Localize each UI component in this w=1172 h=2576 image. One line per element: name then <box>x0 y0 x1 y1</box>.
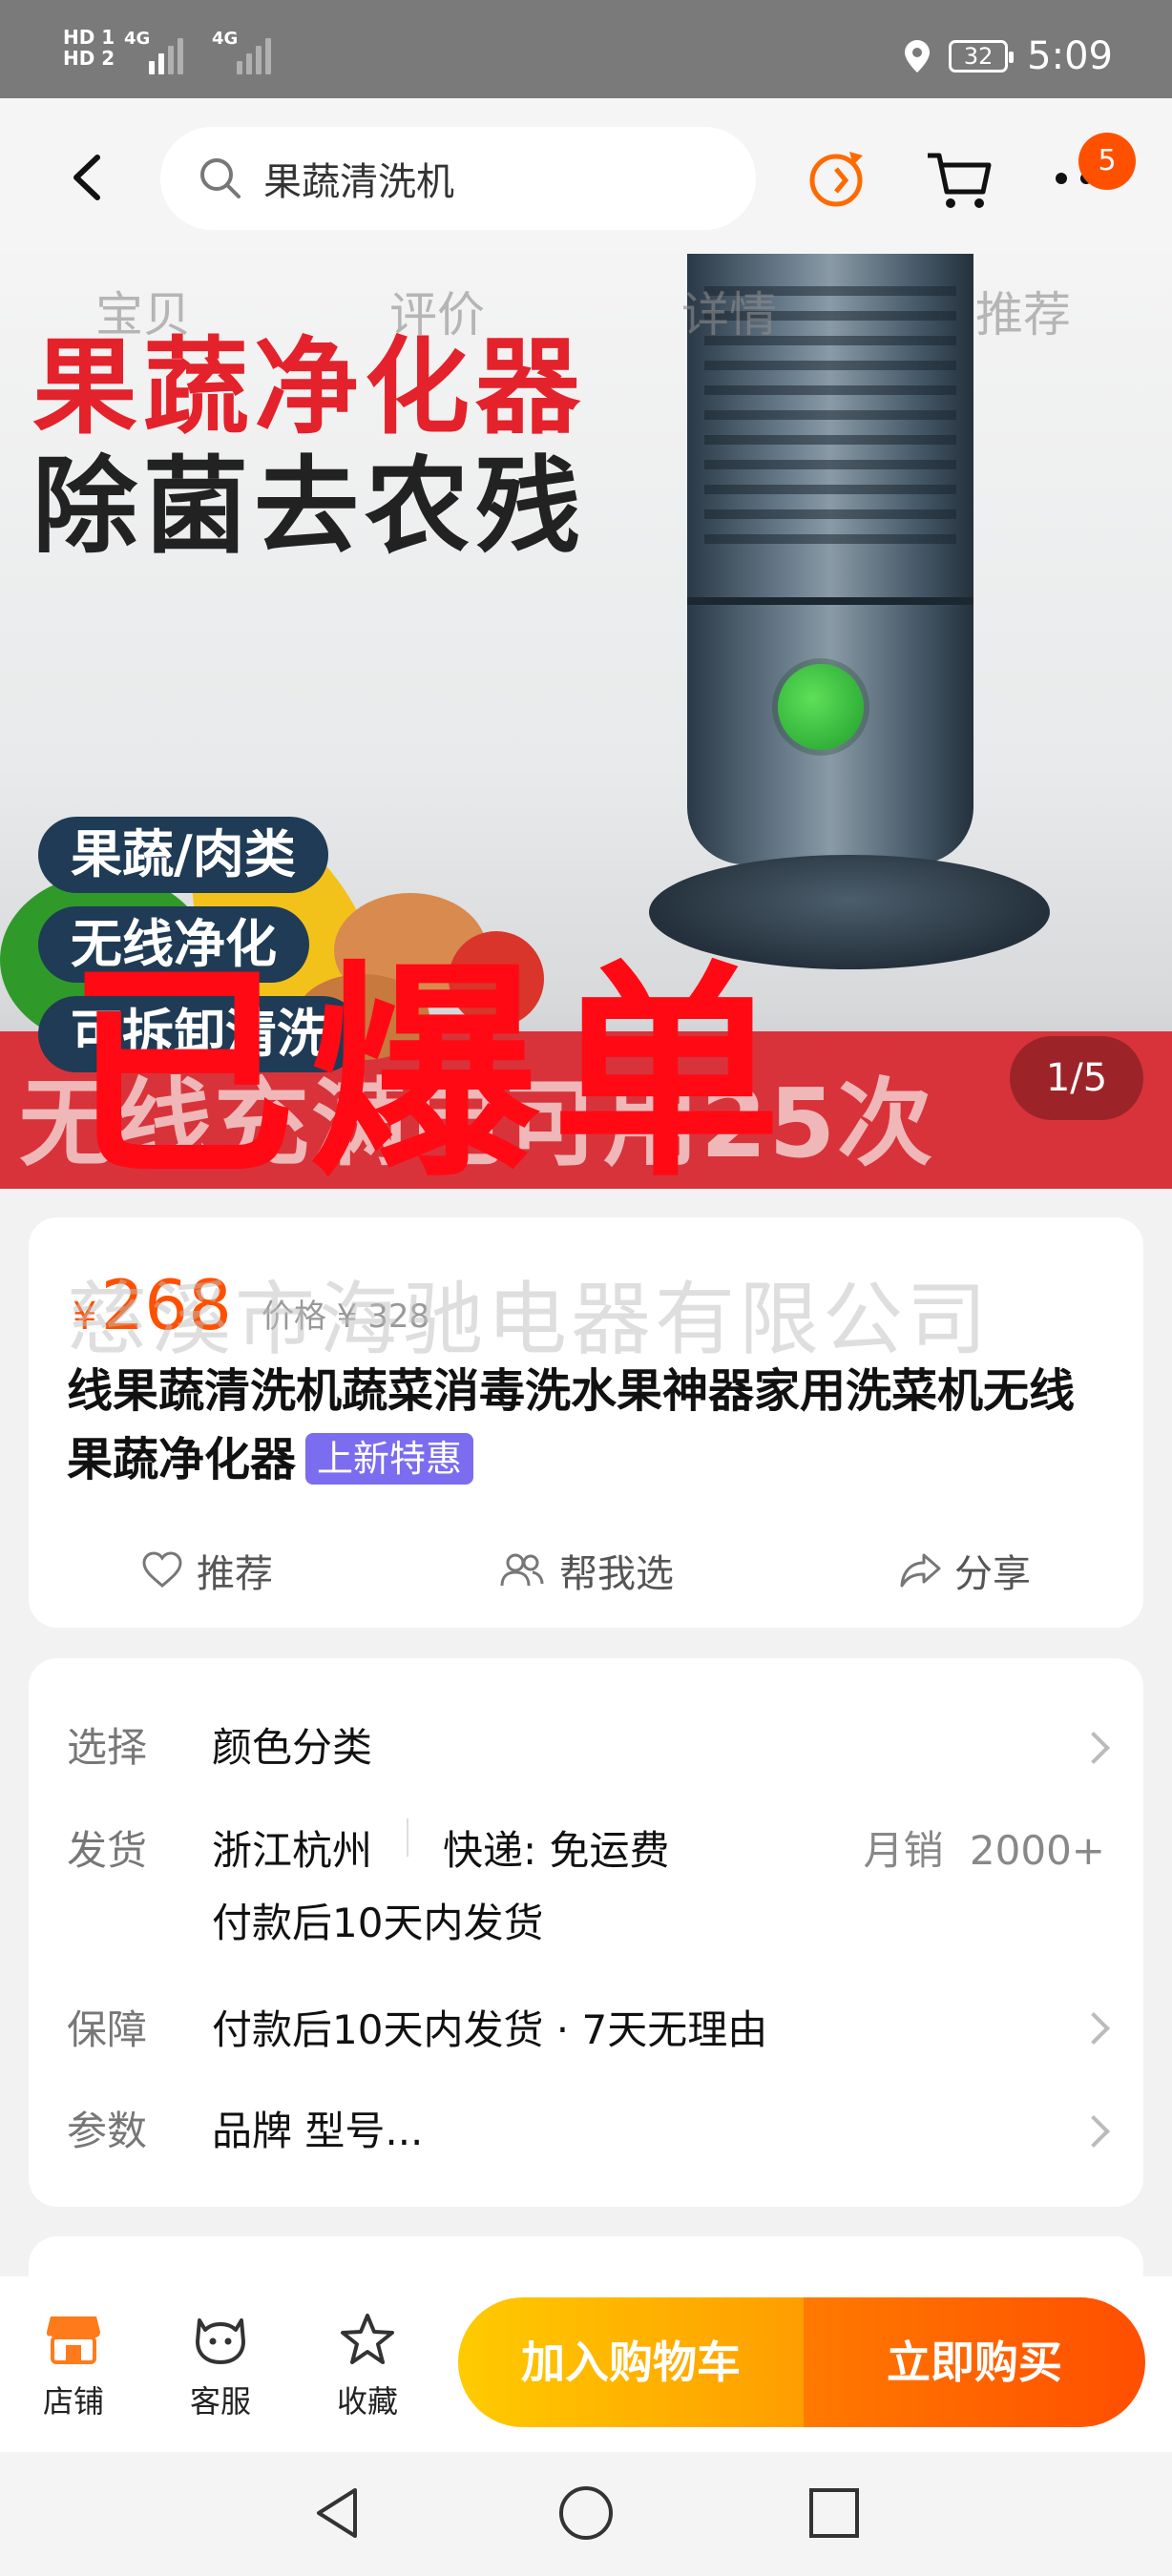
share-icon <box>900 1553 941 1588</box>
chevron-right-icon <box>1078 2012 1110 2045</box>
help-me-choose-label: 帮我选 <box>559 1552 674 1596</box>
hero-title-dark: 除菌去农残 <box>32 446 586 568</box>
add-to-cart-button[interactable]: 加入购物车 <box>458 2297 804 2427</box>
system-nav-bar <box>0 2452 1172 2576</box>
divider <box>407 1818 409 1857</box>
product-title-text: 线果蔬清洗机蔬菜消毒洗水果神器家用洗菜机无线果蔬净化器 <box>67 1364 1076 1486</box>
feature-pill-meat-veg: 果蔬/肉类 <box>38 817 328 893</box>
service-icon <box>196 2318 245 2364</box>
params-value: 品牌 型号... <box>212 2108 424 2154</box>
shipping-location: 浙江杭州 <box>212 1827 373 1874</box>
bottom-action-bar: 店铺 客服 收藏 加入购物车 立即购买 <box>0 2276 1172 2452</box>
location-icon <box>905 40 931 73</box>
network1-label: 4G <box>124 29 151 49</box>
recommend-label: 推荐 <box>197 1552 273 1596</box>
select-label: 选择 <box>67 1724 148 1771</box>
power-button-image <box>778 664 864 750</box>
select-row[interactable]: 选择 颜色分类 <box>67 1715 372 1774</box>
monthly-sales-value: 2000+ <box>969 1827 1105 1874</box>
cart-icon[interactable] <box>924 142 996 215</box>
search-query: 果蔬清洗机 <box>263 160 454 204</box>
ghost-tab-details: 详情 <box>681 287 777 343</box>
shipping-express: 快递: 免运费 <box>443 1827 670 1874</box>
top-nav: 果蔬清洗机 5 <box>0 98 1172 254</box>
guarantee-label: 保障 <box>67 2006 148 2053</box>
purifier-device-image <box>687 254 973 864</box>
search-bar[interactable]: 果蔬清洗机 <box>160 127 756 230</box>
shop-icon <box>47 2316 100 2364</box>
favorite-label: 收藏 <box>336 2383 398 2420</box>
share-label: 分享 <box>954 1552 1031 1596</box>
nav-back-icon[interactable] <box>307 2483 368 2544</box>
ghost-tab-recommend: 推荐 <box>975 287 1071 343</box>
seller-watermark: 慈溪市海驰电器有限公司 <box>67 1273 992 1366</box>
carousel-counter: 1/5 <box>1010 1036 1143 1120</box>
product-actions: 推荐 帮我选 分享 <box>29 1532 1143 1609</box>
sim1-label: HD 1 <box>63 26 115 49</box>
product-title: 线果蔬清洗机蔬菜消毒洗水果神器家用洗菜机无线果蔬净化器 上新特惠 <box>67 1357 1117 1494</box>
promo-tag: 上新特惠 <box>305 1433 474 1485</box>
params-label: 参数 <box>67 2108 148 2154</box>
shop-label: 店铺 <box>42 2383 104 2420</box>
sim-indicators: HD 1 HD 2 <box>63 27 115 69</box>
product-image-carousel[interactable]: 无线充满电可用25次 宝贝 评价 详情 推荐 果蔬净化器 除菌去农残 果蔬/肉类… <box>0 254 1172 1189</box>
share-button[interactable]: 分享 <box>899 1543 1031 1598</box>
shop-button[interactable]: 店铺 <box>21 2313 126 2421</box>
more-menu[interactable]: 5 <box>1050 133 1136 215</box>
chevron-right-icon <box>1078 2115 1110 2148</box>
chevron-right-icon <box>1078 1732 1110 1764</box>
favorite-button[interactable]: 收藏 <box>315 2313 420 2421</box>
params-row[interactable]: 参数 品牌 型号... <box>67 2099 423 2157</box>
service-label: 客服 <box>189 2383 251 2420</box>
nav-home-icon[interactable] <box>555 2483 617 2544</box>
search-icon <box>200 158 241 198</box>
guarantee-value: 付款后10天内发货 · 7天无理由 <box>212 2006 768 2053</box>
shipping-row: 发货 浙江杭州 快递: 免运费 <box>67 1818 670 1877</box>
battery-icon: 32 <box>949 40 1015 73</box>
select-value: 颜色分类 <box>212 1724 373 1771</box>
guarantee-row[interactable]: 保障 付款后10天内发货 · 7天无理由 <box>67 1998 767 2056</box>
signal-icon: 4G <box>212 29 271 74</box>
shipping-label: 发货 <box>67 1827 148 1874</box>
network2-label: 4G <box>212 29 239 49</box>
heart-icon <box>142 1551 182 1588</box>
help-me-choose-button[interactable]: 帮我选 <box>498 1543 674 1598</box>
recommend-button[interactable]: 推荐 <box>141 1543 273 1598</box>
monthly-sales-label: 月销 <box>863 1827 944 1874</box>
monthly-sales: 月销 2000+ <box>864 1818 1105 1877</box>
back-icon[interactable] <box>59 146 111 209</box>
clock: 5:09 <box>1027 34 1113 78</box>
product-info-card: 选择 颜色分类 发货 浙江杭州 快递: 免运费 月销 2000+ 付款后10天内… <box>29 1658 1143 2207</box>
signal-icons: 4G 4G <box>124 29 271 74</box>
shipping-note: 付款后10天内发货 <box>212 1891 543 1949</box>
sim2-label: HD 2 <box>63 47 115 70</box>
refresh-icon[interactable] <box>800 142 872 215</box>
nav-recents-icon[interactable] <box>804 2483 865 2544</box>
people-icon <box>500 1553 544 1587</box>
signal-icon: 4G <box>124 29 183 74</box>
message-count-badge: 5 <box>1078 133 1136 190</box>
buy-now-button[interactable]: 立即购买 <box>804 2297 1145 2427</box>
customer-service-button[interactable]: 客服 <box>168 2313 273 2421</box>
star-icon <box>341 2314 394 2364</box>
shipping-note-text: 付款后10天内发货 <box>212 1900 544 1946</box>
sold-out-stamp: 已爆单 <box>67 941 795 1189</box>
status-bar: HD 1 HD 2 4G 4G 32 5:09 <box>0 0 1172 98</box>
